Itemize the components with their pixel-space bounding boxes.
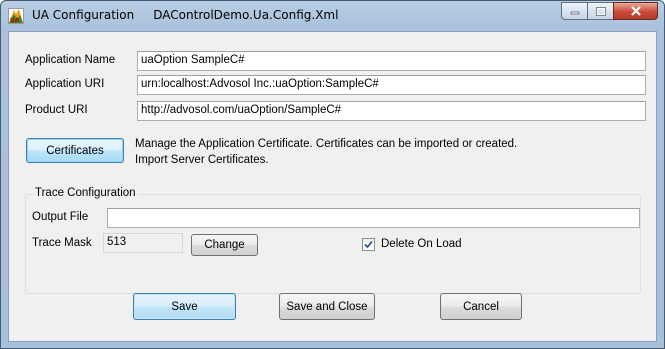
minimize-button[interactable] xyxy=(561,2,587,20)
application-uri-label: Application URI xyxy=(25,78,105,90)
trace-mask-value: 513 xyxy=(103,233,183,253)
ua-app-icon: UA xyxy=(8,8,24,24)
close-button[interactable] xyxy=(613,2,658,20)
window-title: UA Configuration DAControlDemo.Ua.Config… xyxy=(32,8,339,22)
certificates-description-line1: Manage the Application Certificate. Cert… xyxy=(135,138,518,150)
delete-on-load-label[interactable]: Delete On Load xyxy=(381,238,462,250)
trace-mask-label: Trace Mask xyxy=(32,237,92,249)
change-button[interactable]: Change xyxy=(191,234,258,256)
client-area: Application Name uaOption SampleC# Appli… xyxy=(8,31,657,342)
minimize-icon xyxy=(570,11,579,15)
main-window: UA UA Configuration DAControlDemo.Ua.Con… xyxy=(0,0,665,349)
close-icon xyxy=(630,6,641,16)
delete-on-load-checkbox[interactable] xyxy=(362,238,375,251)
application-uri-input[interactable]: urn:localhost:Advosol Inc.:uaOption:Samp… xyxy=(137,75,646,95)
maximize-button[interactable] xyxy=(587,2,613,20)
certificates-button[interactable]: Certificates xyxy=(26,138,124,163)
svg-text:UA: UA xyxy=(10,17,20,24)
window-controls xyxy=(561,2,658,20)
product-uri-label: Product URI xyxy=(25,104,88,116)
trace-configuration-title: Trace Configuration xyxy=(33,187,138,199)
title-bar[interactable]: UA UA Configuration DAControlDemo.Ua.Con… xyxy=(1,1,664,31)
trace-configuration-group: Trace Configuration Output File Trace Ma… xyxy=(25,187,641,294)
maximize-icon xyxy=(595,6,606,16)
save-button[interactable]: Save xyxy=(133,293,236,320)
application-name-input[interactable]: uaOption SampleC# xyxy=(137,51,646,71)
product-uri-input[interactable]: http://advosol.com/uaOption/SampleC# xyxy=(137,101,646,121)
output-file-input[interactable] xyxy=(107,208,640,228)
certificates-description-line2: Import Server Certificates. xyxy=(135,154,269,166)
output-file-label: Output File xyxy=(32,211,89,223)
application-name-label: Application Name xyxy=(25,54,116,66)
checkmark-icon xyxy=(364,240,373,249)
cancel-button[interactable]: Cancel xyxy=(440,293,522,320)
save-and-close-button[interactable]: Save and Close xyxy=(279,293,375,320)
